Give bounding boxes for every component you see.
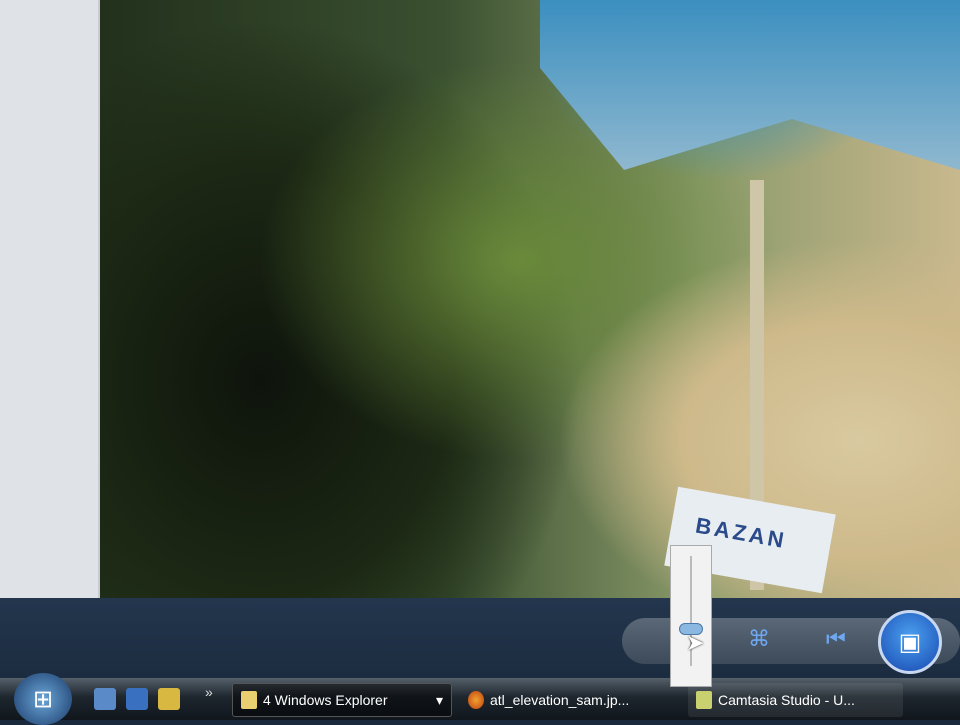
task-windows-explorer[interactable]: 4 Windows Explorer ▾ [232,683,452,717]
firefox-icon [468,691,484,709]
actual-size-icon[interactable]: ⌘ [748,626,770,652]
navigation-pane [0,0,100,598]
chevron-down-icon[interactable]: ▾ [436,692,443,709]
show-desktop-icon[interactable] [94,688,116,710]
previous-icon[interactable]: ⏮ [826,626,846,652]
task-firefox[interactable]: atl_elevation_sam.jp... [460,683,670,717]
photo-sky [540,0,960,170]
switch-windows-icon[interactable] [126,688,148,710]
task-label: Camtasia Studio - U... [718,692,855,708]
slideshow-icon: ▣ [898,628,922,656]
folder-icon [241,691,257,709]
windows-logo-icon: ⊞ [32,685,54,713]
photo-view: BAZAN [100,0,960,598]
start-button[interactable]: ⊞ [14,673,72,725]
slideshow-button[interactable]: ▣ [878,610,942,674]
task-camtasia[interactable]: Camtasia Studio - U... [688,683,903,717]
mouse-cursor-icon: ➤ [686,630,705,655]
task-label: atl_elevation_sam.jp... [490,692,630,708]
quicklaunch-overflow[interactable]: » [205,684,213,700]
media-player-icon[interactable] [158,688,180,710]
task-label: 4 Windows Explorer [263,692,388,708]
camtasia-icon [696,691,712,709]
zoom-slider[interactable] [670,545,712,687]
